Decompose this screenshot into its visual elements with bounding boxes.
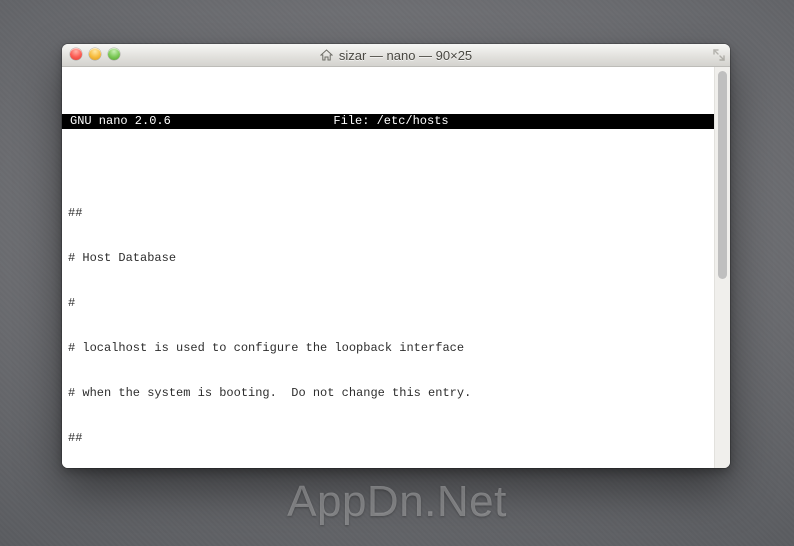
fullscreen-icon[interactable] — [713, 49, 725, 61]
zoom-button[interactable] — [108, 48, 120, 60]
window-title: sizar — nano — 90×25 — [339, 48, 472, 63]
terminal-body: GNU nano 2.0.6 File: /etc/hosts ## # Hos… — [62, 67, 730, 468]
window-title-group: sizar — nano — 90×25 — [320, 48, 472, 63]
terminal-viewport[interactable]: GNU nano 2.0.6 File: /etc/hosts ## # Hos… — [62, 67, 714, 468]
watermark-text: AppDn.Net — [0, 477, 794, 527]
minimize-button[interactable] — [89, 48, 101, 60]
comment-line: ## — [68, 206, 710, 221]
nano-header: GNU nano 2.0.6 File: /etc/hosts — [62, 114, 714, 129]
close-button[interactable] — [70, 48, 82, 60]
nano-file-label: File: /etc/hosts — [282, 114, 500, 129]
comment-line: # Host Database — [68, 251, 710, 266]
comment-line: # when the system is booting. Do not cha… — [68, 386, 710, 401]
scrollbar-thumb[interactable] — [718, 71, 727, 279]
comment-line: # localhost is used to configure the loo… — [68, 341, 710, 356]
nano-version: GNU nano 2.0.6 — [64, 114, 282, 129]
traffic-lights — [70, 48, 120, 60]
comment-line: ## — [68, 431, 710, 446]
titlebar[interactable]: sizar — nano — 90×25 — [62, 44, 730, 67]
terminal-window: sizar — nano — 90×25 GNU nano 2.0.6 File… — [62, 44, 730, 468]
desktop-background: sizar — nano — 90×25 GNU nano 2.0.6 File… — [0, 0, 794, 546]
home-icon — [320, 49, 333, 61]
hosts-comments: ## # Host Database # # localhost is used… — [68, 176, 710, 468]
vertical-scrollbar[interactable] — [714, 67, 730, 468]
comment-line: # — [68, 296, 710, 311]
